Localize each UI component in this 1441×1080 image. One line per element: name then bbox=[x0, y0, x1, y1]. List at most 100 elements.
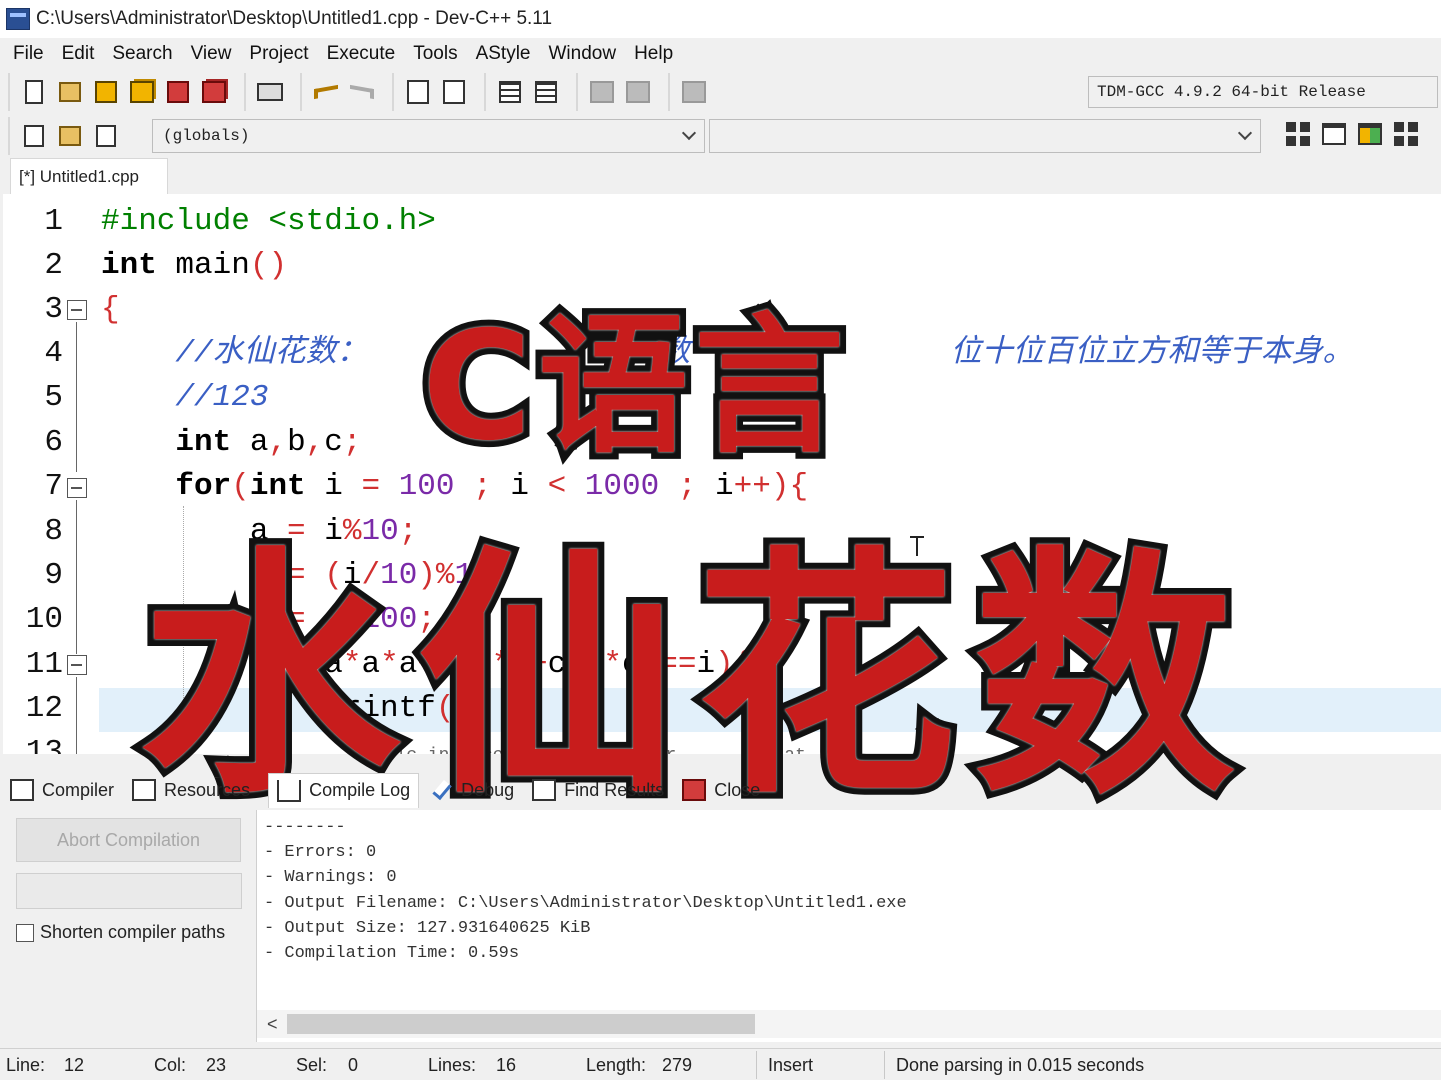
scroll-left-arrow-icon[interactable]: < bbox=[267, 1014, 278, 1035]
tab-debug-label: Debug bbox=[461, 779, 515, 800]
compile-log-output[interactable]: -------- - Errors: 0 - Warnings: 0 - Out… bbox=[256, 810, 1441, 1042]
shorten-paths-option[interactable]: Shorten compiler paths bbox=[16, 922, 225, 943]
devcpp-app-icon bbox=[6, 8, 30, 30]
layout-window-button[interactable] bbox=[1318, 118, 1350, 150]
compiler-select[interactable]: TDM-GCC 4.9.2 64-bit Release bbox=[1088, 76, 1438, 108]
replace-icon bbox=[443, 80, 465, 104]
menu-bar: File Edit Search View Project Execute To… bbox=[0, 38, 1441, 70]
new-file-button[interactable] bbox=[18, 76, 50, 108]
menu-execute[interactable]: Execute bbox=[318, 43, 405, 65]
compile-log-controls: Abort Compilation Shorten compiler paths bbox=[0, 810, 256, 1042]
tab-close[interactable]: Close bbox=[682, 779, 760, 801]
unindent-button[interactable] bbox=[530, 76, 562, 108]
close-file-button[interactable] bbox=[162, 76, 194, 108]
print-toolbar-group bbox=[244, 73, 294, 111]
fold-collapse-icon[interactable] bbox=[67, 300, 87, 320]
open-file-button[interactable] bbox=[54, 76, 86, 108]
menu-search[interactable]: Search bbox=[103, 43, 181, 65]
redo-button[interactable] bbox=[346, 76, 378, 108]
project-toolbar-group bbox=[8, 117, 130, 155]
project-options-button[interactable] bbox=[90, 120, 122, 152]
status-length-value: 279 bbox=[662, 1055, 693, 1075]
search-toolbar-group bbox=[392, 73, 478, 111]
shield-icon bbox=[682, 81, 706, 103]
find-icon bbox=[532, 779, 557, 801]
undo-icon bbox=[314, 84, 338, 100]
indent-toolbar-group bbox=[484, 73, 570, 111]
bar-chart-icon bbox=[277, 779, 302, 802]
project-options-icon bbox=[96, 125, 116, 147]
menu-view[interactable]: View bbox=[182, 43, 241, 65]
status-lines-label: Lines: bbox=[428, 1055, 477, 1075]
shorten-paths-label: Shorten compiler paths bbox=[40, 922, 226, 942]
menu-file[interactable]: File bbox=[4, 43, 53, 65]
layout-toolbar-group bbox=[1280, 118, 1424, 150]
menu-help[interactable]: Help bbox=[625, 43, 682, 65]
save-icon bbox=[95, 81, 117, 103]
layout-tiles-button[interactable] bbox=[1390, 118, 1422, 150]
menu-tools[interactable]: Tools bbox=[404, 43, 466, 65]
redo-icon bbox=[350, 84, 374, 100]
fold-guide bbox=[76, 322, 77, 472]
code-line-1: #include <stdio.h> bbox=[101, 204, 436, 239]
file-toolbar-group bbox=[8, 73, 238, 111]
open-folder-icon bbox=[59, 82, 81, 102]
line-number: 12 bbox=[25, 691, 63, 726]
layout-grid-button[interactable] bbox=[1282, 118, 1314, 150]
close-all-icon bbox=[202, 81, 226, 103]
menu-edit[interactable]: Edit bbox=[53, 43, 104, 65]
import-button[interactable] bbox=[54, 120, 86, 152]
menu-project[interactable]: Project bbox=[240, 43, 317, 65]
tab-close-label: Close bbox=[714, 779, 761, 800]
tab-find-results-label: Find Results bbox=[564, 779, 665, 800]
close-all-button[interactable] bbox=[198, 76, 230, 108]
shield-button[interactable] bbox=[678, 76, 710, 108]
tab-compiler[interactable]: Compiler bbox=[10, 779, 114, 801]
layout-color-button[interactable] bbox=[1354, 118, 1386, 150]
save-button[interactable] bbox=[90, 76, 122, 108]
status-separator bbox=[756, 1051, 757, 1079]
fold-collapse-icon[interactable] bbox=[67, 478, 87, 498]
unindent-icon bbox=[535, 81, 557, 103]
window-icon bbox=[1322, 123, 1346, 145]
fold-collapse-icon[interactable] bbox=[67, 655, 87, 675]
indent-icon bbox=[499, 81, 521, 103]
status-insert-mode: Insert bbox=[768, 1055, 814, 1075]
menu-window[interactable]: Window bbox=[540, 43, 626, 65]
save-all-button[interactable] bbox=[126, 76, 158, 108]
find-button[interactable] bbox=[402, 76, 434, 108]
tab-debug[interactable]: Debug bbox=[432, 779, 515, 801]
shorten-paths-checkbox[interactable] bbox=[16, 923, 34, 942]
add-to-project-button[interactable] bbox=[18, 120, 50, 152]
grid-icon bbox=[10, 779, 34, 801]
chevron-down-icon bbox=[1237, 125, 1253, 141]
bookmark-next-button[interactable] bbox=[622, 76, 654, 108]
globals-combo[interactable]: (globals) bbox=[152, 119, 705, 153]
tab-compile-log[interactable]: Compile Log bbox=[268, 772, 420, 808]
horizontal-scrollbar[interactable]: < bbox=[257, 1010, 1441, 1038]
bookmark-prev-button[interactable] bbox=[586, 76, 618, 108]
line-number: 6 bbox=[44, 425, 63, 460]
status-line-label: Line: bbox=[6, 1055, 46, 1075]
function-combo[interactable] bbox=[709, 119, 1261, 153]
editor-tab-untitled1[interactable]: [*] Untitled1.cpp bbox=[10, 158, 168, 194]
abort-compilation-button[interactable]: Abort Compilation bbox=[16, 818, 241, 862]
menu-astyle[interactable]: AStyle bbox=[467, 43, 540, 65]
bookmark-next-icon bbox=[626, 81, 650, 103]
tab-find-results[interactable]: Find Results bbox=[532, 779, 664, 801]
close-icon bbox=[682, 779, 707, 801]
bookmark-prev-icon bbox=[590, 81, 614, 103]
replace-button[interactable] bbox=[438, 76, 470, 108]
tab-resources[interactable]: Resources bbox=[132, 779, 250, 801]
undo-button[interactable] bbox=[310, 76, 342, 108]
compile-progress-bar bbox=[16, 873, 242, 909]
indent-button[interactable] bbox=[494, 76, 526, 108]
tab-resources-label: Resources bbox=[164, 779, 251, 800]
fold-guide bbox=[76, 500, 77, 654]
status-message: Done parsing in 0.015 seconds bbox=[896, 1055, 1145, 1075]
title-bar: C:\Users\Administrator\Desktop\Untitled1… bbox=[0, 0, 1441, 38]
fold-guide bbox=[76, 677, 77, 754]
scrollbar-thumb[interactable] bbox=[287, 1014, 755, 1034]
resources-icon bbox=[132, 779, 157, 801]
print-button[interactable] bbox=[254, 76, 286, 108]
